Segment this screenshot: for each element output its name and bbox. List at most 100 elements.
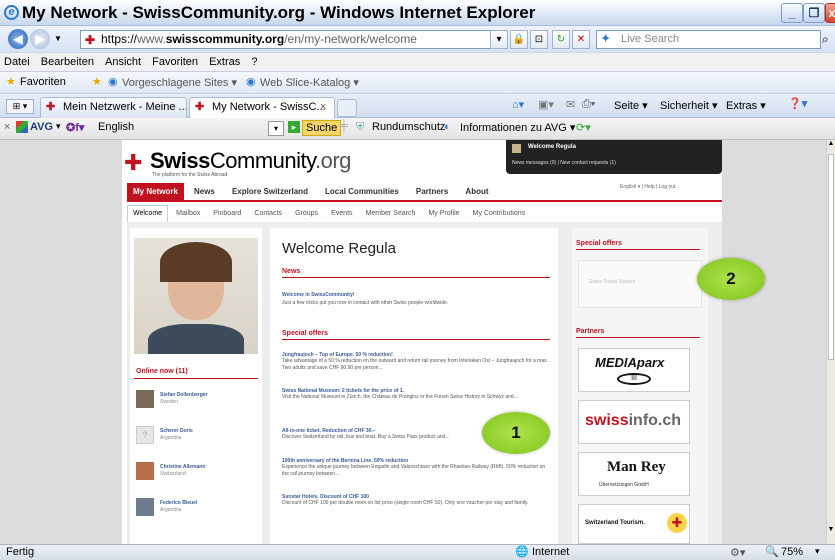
scroll-thumb[interactable] <box>828 154 834 360</box>
quick-tabs-icon[interactable]: ⊞ ▾ <box>6 99 34 114</box>
user-avatar-icon <box>512 144 521 153</box>
subnav-groups[interactable]: Groups <box>290 206 323 222</box>
news-heading: News <box>282 268 550 278</box>
add-favorite-icon[interactable]: ★ <box>92 75 102 88</box>
zone-text: Internet <box>532 546 570 558</box>
history-dropdown-icon[interactable]: ▼ <box>54 34 62 43</box>
mail-icon[interactable]: ✉ <box>566 98 575 111</box>
zoom-icon: 🔍 <box>765 546 779 558</box>
tab-close-icon[interactable]: × <box>320 98 326 117</box>
back-button[interactable]: ◀ <box>8 29 28 49</box>
new-tab-button[interactable] <box>337 99 357 117</box>
subnav-contacts[interactable]: Contacts <box>249 206 287 222</box>
sicherheit-menu[interactable]: Sicherheit ▾ <box>660 99 718 112</box>
offer-item[interactable]: 100th anniversary of the Bernina Line. 5… <box>282 458 550 478</box>
seite-menu[interactable]: Seite ▾ <box>614 99 648 112</box>
partner-manrey[interactable]: Man Rey Übersetzungen GmbH <box>578 452 690 496</box>
subnav-my-profile[interactable]: My Profile <box>423 206 464 222</box>
window-title: My Network - SwissCommunity.org - Window… <box>22 3 536 22</box>
menu-help[interactable]: ? <box>247 53 261 71</box>
avg-logo-icon <box>16 121 28 133</box>
maximize-button[interactable]: ❐ <box>803 3 825 23</box>
avg-search-input[interactable]: English <box>98 121 134 133</box>
nav-divider <box>127 200 722 202</box>
tab-mein-netzwerk[interactable]: ✚ Mein Netzwerk - Meine ... <box>40 97 187 118</box>
search-input[interactable]: ✦ Live Search <box>596 30 821 49</box>
help-icon[interactable]: ❓▾ <box>788 97 807 110</box>
subnav-mailbox[interactable]: Mailbox <box>171 206 205 222</box>
print-icon[interactable]: ⎙▾ <box>582 98 595 111</box>
forward-button[interactable]: ▶ <box>30 29 50 49</box>
subnav-events[interactable]: Events <box>326 206 357 222</box>
protected-mode-icon[interactable]: ⚙▾ <box>730 546 745 559</box>
refresh-icon[interactable]: ↻ <box>552 30 570 49</box>
info-icon: ◐ <box>444 121 451 133</box>
zoom-level[interactable]: 75% <box>781 546 803 558</box>
feeds-icon[interactable]: ▣▾ <box>538 98 554 111</box>
avg-dropdown-icon[interactable]: ▾ <box>56 121 61 132</box>
search-icon[interactable]: ⌕ <box>822 32 829 47</box>
menu-bearbeiten[interactable]: Bearbeiten <box>37 53 98 71</box>
offer-item[interactable]: Jungfraujoch – Top of Europe. 50 % reduc… <box>282 352 550 372</box>
avg-button[interactable]: AVG <box>30 121 53 133</box>
live-search-icon: ✦ <box>601 33 611 45</box>
subnav-pinboard[interactable]: Pinboard <box>208 206 246 222</box>
site-logo[interactable]: SwissCommunity.org <box>150 148 351 174</box>
profile-photo[interactable] <box>134 238 258 354</box>
avg-info-button[interactable]: Informationen zu AVG ▾ <box>460 121 575 134</box>
news-item-title[interactable]: Welcome in SwissCommunity! <box>282 292 354 298</box>
menu-extras[interactable]: Extras <box>205 53 244 71</box>
member-avatar <box>136 390 154 408</box>
favorites-star-icon: ★ <box>6 76 16 88</box>
subnav-my-contributions[interactable]: My Contributions <box>468 206 531 222</box>
lock-icon[interactable]: 🔒 <box>510 30 528 49</box>
compatibility-icon[interactable]: ⊡ <box>530 30 548 49</box>
left-column: Online now (11) Stefan Dollenberger Swed… <box>130 228 262 544</box>
webslice-link[interactable]: Web Slice-Katalog ▾ <box>260 76 359 89</box>
nav-local-communities[interactable]: Local Communities <box>318 183 406 201</box>
offer-item[interactable]: Sunstar Hotels. Discount of CHF 100 Disc… <box>282 494 550 507</box>
right-offers-heading: Special offers <box>576 240 700 250</box>
favorites-button[interactable]: Favoriten <box>20 76 66 88</box>
extras-menu[interactable]: Extras ▾ <box>726 99 766 112</box>
menu-ansicht[interactable]: Ansicht <box>101 53 145 71</box>
zoom-dropdown-icon[interactable]: ▾ <box>815 546 820 557</box>
home-icon[interactable]: ⌂▾ <box>512 98 524 111</box>
partner-switzerland-tourism[interactable]: Switzerland Tourism. ✚ <box>578 504 690 544</box>
partners-heading: Partners <box>576 328 700 338</box>
nav-news[interactable]: News <box>187 183 222 201</box>
avg-search-dropdown[interactable]: ▾ <box>268 121 284 136</box>
rundumschutz-button[interactable]: Rundumschutz <box>372 121 445 133</box>
address-input[interactable]: ✚ https://www.swisscommunity.org/en/my-n… <box>80 30 508 49</box>
suggested-sites-link[interactable]: Vorgeschlagene Sites ▾ <box>122 76 237 89</box>
news-item-body: Just a few clicks put you now in contact… <box>282 300 449 306</box>
avg-extra-icon[interactable]: ⟳▾ <box>576 121 591 134</box>
tab-my-network[interactable]: ✚ My Network - SwissC... × <box>189 97 335 118</box>
avg-search-button[interactable]: Suche <box>302 120 342 136</box>
site-tagline: The platform for the Swiss Abroad <box>152 172 228 178</box>
badge-links[interactable]: News messages (0) | New contact requests… <box>512 160 616 166</box>
vertical-scrollbar[interactable]: ▲ ▼ <box>826 140 835 544</box>
address-dropdown-icon[interactable]: ▾ <box>490 30 508 49</box>
nav-about[interactable]: About <box>458 183 495 201</box>
minimize-button[interactable]: _ <box>781 3 803 23</box>
subnav-welcome[interactable]: Welcome <box>127 205 169 223</box>
partner-mediaparx[interactable]: MEDIAparx III <box>578 348 690 392</box>
swiss-travel-banner[interactable]: Swiss Travel System <box>578 260 702 308</box>
stop-icon[interactable]: ✕ <box>572 30 590 49</box>
user-badge: Welcome Regula News messages (0) | New c… <box>506 140 722 174</box>
partner-swissinfo[interactable]: swissinfo.ch <box>578 400 690 444</box>
scroll-up-icon[interactable]: ▲ <box>827 140 835 152</box>
menu-datei[interactable]: Datei <box>0 53 34 71</box>
offer-item[interactable]: Swiss National Museum: 2 tickets for the… <box>282 388 550 401</box>
nav-my-network[interactable]: My Network <box>127 183 184 201</box>
close-button[interactable]: x <box>825 3 835 23</box>
menu-favoriten[interactable]: Favoriten <box>148 53 202 71</box>
scroll-down-icon[interactable]: ▼ <box>827 526 835 538</box>
avg-close-icon[interactable]: × <box>4 121 10 133</box>
placeholder-avatar-icon: ? <box>136 426 154 444</box>
nav-partners[interactable]: Partners <box>409 183 455 201</box>
subnav-member-search[interactable]: Member Search <box>361 206 421 222</box>
swiss-tourism-flower-icon: ✚ <box>667 513 687 533</box>
nav-explore-switzerland[interactable]: Explore Switzerland <box>225 183 315 201</box>
